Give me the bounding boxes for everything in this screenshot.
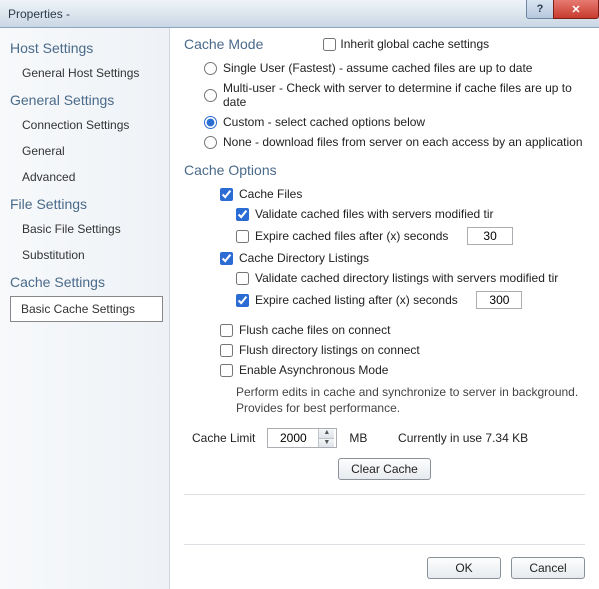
expire-files-label: Expire cached files after (x) seconds [255,229,448,243]
cache-limit-spinner[interactable]: ▲ ▼ [267,428,337,448]
sidebar-item-basic-cache-settings[interactable]: Basic Cache Settings [10,296,163,322]
mode-multi-label: Multi-user - Check with server to determ… [223,81,585,109]
validate-files-label: Validate cached files with servers modif… [255,207,494,221]
async-help-text: Perform edits in cache and synchronize t… [184,380,585,424]
sidebar-item-connection-settings[interactable]: Connection Settings [0,112,169,138]
mode-multi-radio[interactable] [204,89,217,102]
flush-files-label: Flush cache files on connect [239,323,390,337]
cache-limit-row: Cache Limit ▲ ▼ MB Currently in use 7.34… [184,424,585,458]
expire-dir-row: Expire cached listing after (x) seconds [184,288,585,312]
cache-dir-row[interactable]: Cache Directory Listings [184,248,585,268]
cache-dir-label: Cache Directory Listings [239,251,369,265]
inherit-global-label: Inherit global cache settings [340,37,489,51]
window-title: Properties - [8,7,70,21]
async-label: Enable Asynchronous Mode [239,363,388,377]
sidebar-item-general[interactable]: General [0,138,169,164]
flush-files-row[interactable]: Flush cache files on connect [184,320,585,340]
inherit-global-row[interactable]: Inherit global cache settings [323,37,489,51]
expire-files-row: Expire cached files after (x) seconds [184,224,585,248]
validate-files-checkbox[interactable] [236,208,249,221]
mode-custom-row[interactable]: Custom - select cached options below [184,112,585,132]
inherit-global-checkbox[interactable] [323,38,336,51]
mode-single-row[interactable]: Single User (Fastest) - assume cached fi… [184,58,585,78]
cache-files-checkbox[interactable] [220,188,233,201]
flush-dir-row[interactable]: Flush directory listings on connect [184,340,585,360]
flush-dir-label: Flush directory listings on connect [239,343,420,357]
divider [184,494,585,495]
spinner-up-icon[interactable]: ▲ [319,429,334,439]
sidebar-item-advanced[interactable]: Advanced [0,164,169,190]
sidebar: Host Settings General Host Settings Gene… [0,28,170,589]
mode-custom-radio[interactable] [204,116,217,129]
cache-options-title: Cache Options [184,162,585,178]
window-buttons: ? ✕ [527,0,599,20]
validate-dir-checkbox[interactable] [236,272,249,285]
ok-button[interactable]: OK [427,557,501,579]
cache-mode-title: Cache Mode [184,36,263,52]
cache-limit-label: Cache Limit [192,431,255,445]
flush-dir-checkbox[interactable] [220,344,233,357]
cache-files-label: Cache Files [239,187,302,201]
expire-files-checkbox[interactable] [236,230,249,243]
help-button[interactable]: ? [526,0,554,19]
expire-dir-label: Expire cached listing after (x) seconds [255,293,458,307]
sidebar-heading-general: General Settings [0,86,169,112]
cache-limit-unit: MB [349,431,367,445]
close-button[interactable]: ✕ [553,0,599,19]
mode-none-row[interactable]: None - download files from server on eac… [184,132,585,152]
mode-none-label: None - download files from server on eac… [223,135,583,149]
sidebar-heading-cache: Cache Settings [0,268,169,294]
mode-custom-label: Custom - select cached options below [223,115,425,129]
dialog-footer: OK Cancel [184,544,585,579]
mode-none-radio[interactable] [204,136,217,149]
sidebar-item-basic-file-settings[interactable]: Basic File Settings [0,216,169,242]
validate-dir-row[interactable]: Validate cached directory listings with … [184,268,585,288]
spinner-down-icon[interactable]: ▼ [319,439,334,448]
validate-files-row[interactable]: Validate cached files with servers modif… [184,204,585,224]
expire-dir-checkbox[interactable] [236,294,249,307]
expire-dir-value[interactable] [476,291,522,309]
sidebar-item-substitution[interactable]: Substitution [0,242,169,268]
mode-single-label: Single User (Fastest) - assume cached fi… [223,61,532,75]
cache-mode-title-row: Cache Mode Inherit global cache settings [184,36,585,52]
main-panel: Cache Mode Inherit global cache settings… [170,28,599,589]
cancel-button[interactable]: Cancel [511,557,585,579]
cache-in-use-label: Currently in use 7.34 KB [398,431,528,445]
sidebar-heading-file: File Settings [0,190,169,216]
titlebar: Properties - ? ✕ [0,0,599,28]
async-checkbox[interactable] [220,364,233,377]
expire-files-value[interactable] [467,227,513,245]
async-row[interactable]: Enable Asynchronous Mode [184,360,585,380]
cache-dir-checkbox[interactable] [220,252,233,265]
flush-files-checkbox[interactable] [220,324,233,337]
cache-files-row[interactable]: Cache Files [184,184,585,204]
mode-multi-row[interactable]: Multi-user - Check with server to determ… [184,78,585,112]
sidebar-heading-host: Host Settings [0,34,169,60]
clear-cache-button[interactable]: Clear Cache [338,458,431,480]
sidebar-item-general-host-settings[interactable]: General Host Settings [0,60,169,86]
mode-single-radio[interactable] [204,62,217,75]
validate-dir-label: Validate cached directory listings with … [255,271,558,285]
cache-limit-value[interactable] [268,429,318,447]
